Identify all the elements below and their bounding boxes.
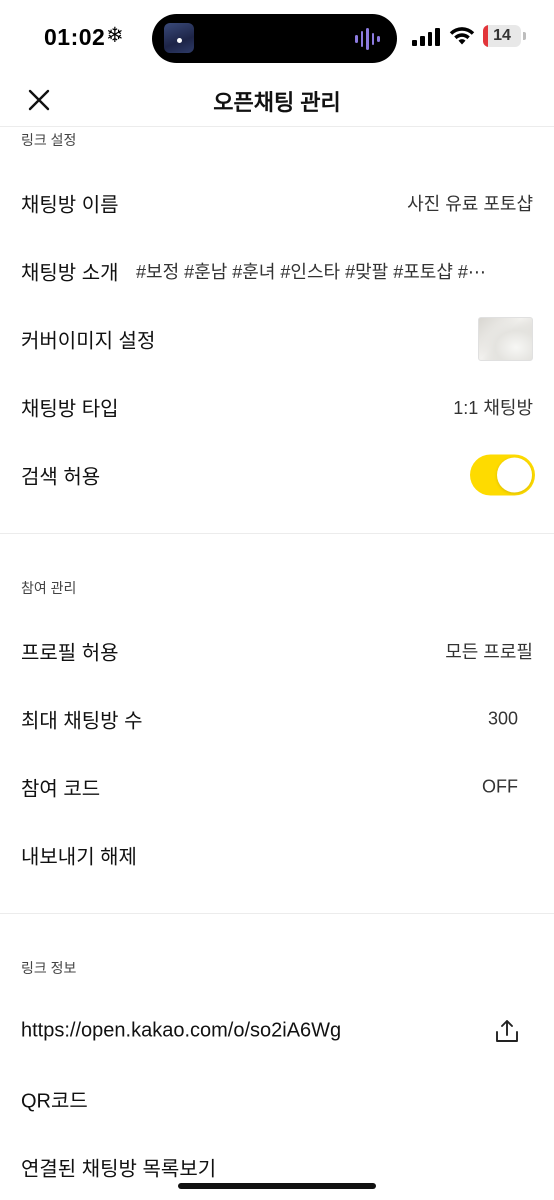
linked-chatrooms-row[interactable]: 연결된 채팅방 목록보기 <box>0 1133 554 1200</box>
join-code-value: OFF <box>482 776 518 797</box>
search-allow-label: 검색 허용 <box>21 466 101 489</box>
cellular-signal-icon <box>412 28 440 46</box>
join-code-label: 참여 코드 <box>21 778 101 801</box>
nav-divider <box>0 126 554 127</box>
chatroom-name-value: 사진 유료 포토샵 <box>407 194 533 214</box>
chatroom-type-label: 채팅방 타입 <box>21 398 119 421</box>
unblock-export-label: 내보내기 해제 <box>21 846 137 869</box>
max-chatrooms-label: 최대 채팅방 수 <box>21 710 143 733</box>
section-divider <box>0 533 554 534</box>
chatroom-name-row[interactable]: 채팅방 이름 사진 유료 포토샵 <box>0 169 554 237</box>
share-icon[interactable] <box>494 1018 520 1044</box>
qr-code-label: QR코드 <box>21 1090 88 1113</box>
battery-cap <box>523 32 526 40</box>
profile-allow-row[interactable]: 프로필 허용 모든 프로필 <box>0 617 554 685</box>
now-playing-artwork <box>164 23 194 53</box>
chatroom-name-label: 채팅방 이름 <box>21 194 119 217</box>
search-allow-row: 검색 허용 <box>0 441 554 509</box>
navigation-bar: 오픈채팅 관리 <box>0 76 554 126</box>
cover-image-row[interactable]: 커버이미지 설정 <box>0 305 554 373</box>
chatroom-intro-label: 채팅방 소개 <box>21 262 119 285</box>
max-chatrooms-row[interactable]: 최대 채팅방 수 300 <box>0 685 554 753</box>
chatroom-intro-value: #보정 #훈남 #훈녀 #인스타 #맞팔 #포토샵 #⋯ <box>136 262 486 282</box>
cover-image-label: 커버이미지 설정 <box>21 330 156 353</box>
unblock-export-row[interactable]: 내보내기 해제 <box>0 821 554 889</box>
linked-chatrooms-label: 연결된 채팅방 목록보기 <box>21 1158 217 1181</box>
max-chatrooms-value: 300 <box>487 708 518 729</box>
home-indicator <box>178 1183 376 1189</box>
section-header-link-settings: 링크 설정 <box>21 132 77 148</box>
search-allow-toggle[interactable] <box>470 454 535 496</box>
profile-allow-label: 프로필 허용 <box>21 642 119 665</box>
snowflake-icon: ❄ <box>106 24 124 47</box>
audio-waveform-icon <box>355 28 383 50</box>
dynamic-island <box>152 14 397 63</box>
wifi-icon <box>449 27 475 45</box>
page-title: 오픈채팅 관리 <box>213 90 341 115</box>
qr-code-row[interactable]: QR코드 <box>0 1065 554 1133</box>
toggle-knob <box>497 457 532 493</box>
chatroom-intro-row[interactable]: 채팅방 소개 #보정 #훈남 #훈녀 #인스타 #맞팔 #포토샵 #⋯ <box>0 237 554 305</box>
link-url-row[interactable]: https://open.kakao.com/o/so2iA6Wg <box>0 997 554 1065</box>
status-time: 01:02 <box>44 24 106 50</box>
battery-level: 14 <box>493 27 511 44</box>
section-divider <box>0 913 554 914</box>
link-url-text: https://open.kakao.com/o/so2iA6Wg <box>21 1019 342 1042</box>
battery-icon: 14 <box>483 25 521 47</box>
chatroom-type-value: 1:1 채팅방 <box>453 398 533 418</box>
section-header-link-info: 링크 정보 <box>21 960 77 976</box>
profile-allow-value: 모든 프로필 <box>445 642 533 662</box>
chatroom-type-row[interactable]: 채팅방 타입 1:1 채팅방 <box>0 373 554 441</box>
join-code-row[interactable]: 참여 코드 OFF <box>0 753 554 821</box>
section-header-participation: 참여 관리 <box>21 580 77 596</box>
status-bar: 01:02 ❄ 14 <box>0 0 554 76</box>
cover-image-thumbnail[interactable] <box>478 317 533 361</box>
